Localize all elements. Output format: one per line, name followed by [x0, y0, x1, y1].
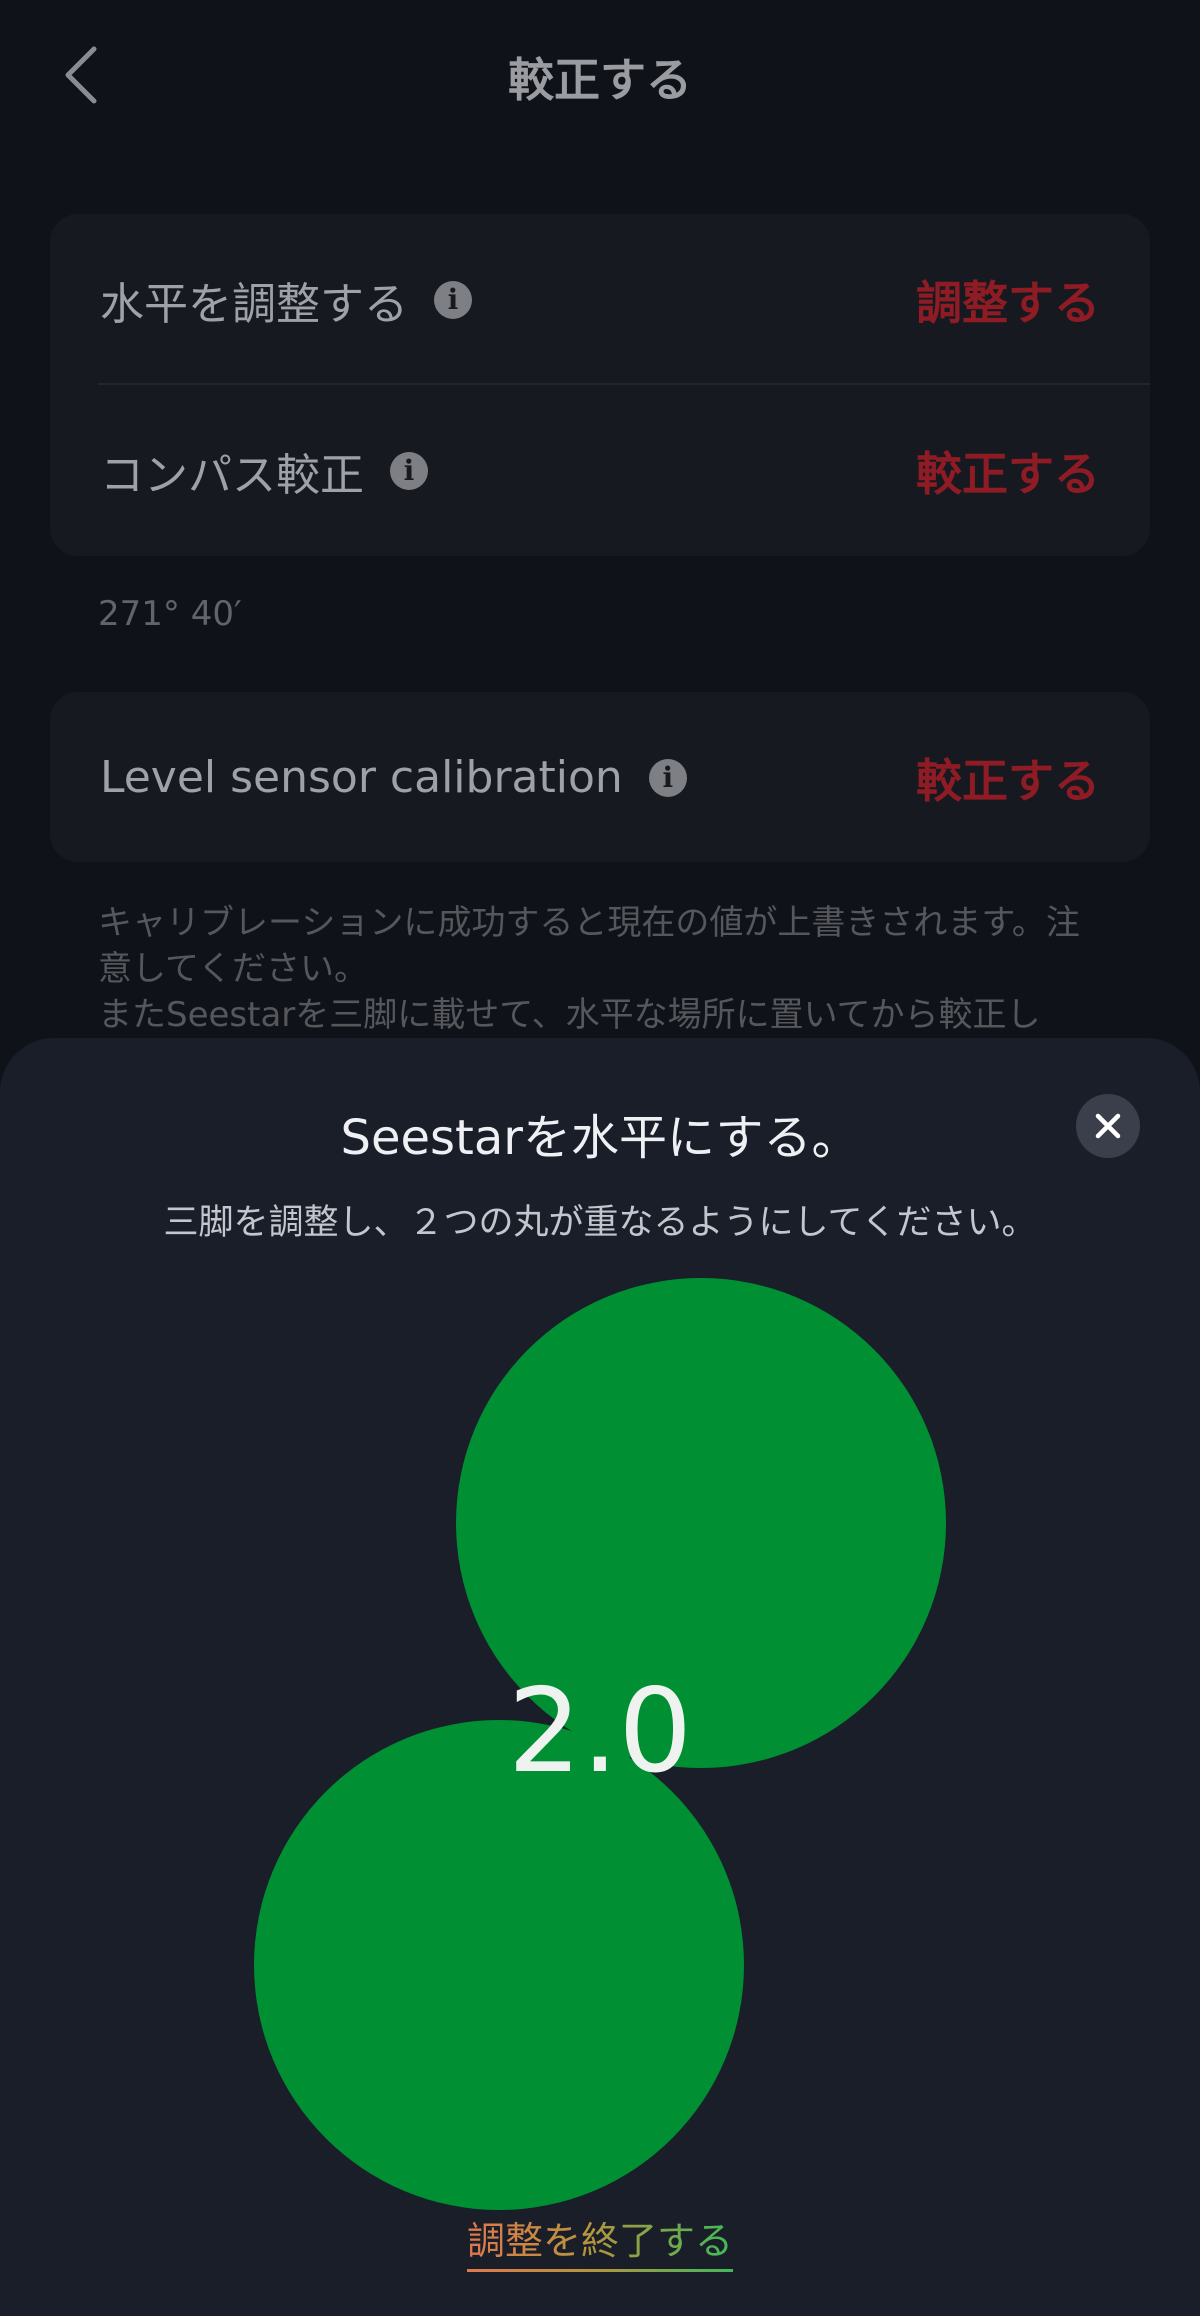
level-value: 2.0 [507, 1664, 693, 1799]
calibration-screen: 較正する 水平を調整する i 調整する コンパス較正 i 較正する 271° 4… [0, 0, 1200, 2316]
level-sensor-label: Level sensor calibration [100, 752, 623, 803]
level-sensor-row: Level sensor calibration i 較正する [50, 692, 1150, 863]
level-adjust-row: 水平を調整する i 調整する [50, 214, 1150, 385]
compass-calibration-row: コンパス較正 i 較正する [50, 385, 1150, 556]
close-icon [1095, 1113, 1121, 1139]
finish-adjustment-button[interactable]: 調整を終了する [466, 2219, 733, 2272]
info-icon[interactable]: i [434, 280, 472, 319]
info-icon[interactable]: i [390, 451, 428, 490]
level-adjust-label: 水平を調整する [100, 278, 408, 330]
sheet-instructions: 三脚を調整し、２つの丸が重なるようにしてください。 [163, 1203, 1037, 1243]
sheet-title: Seestarを水平にする。 [340, 1110, 860, 1166]
page-title: 較正する [508, 53, 692, 107]
finish-adjustment-link: 調整を終了する [0, 2210, 1200, 2272]
compass-reading: 271° 40′ [98, 594, 242, 634]
calibration-notice: キャリブレーションに成功すると現在の値が上書きされます。注意してください。 また… [98, 903, 1080, 1035]
sensor-card: Level sensor calibration i 較正する [50, 692, 1150, 862]
calibration-settings-view: 較正する 水平を調整する i 調整する コンパス較正 i 較正する 271° 4… [0, 0, 1200, 1100]
info-icon[interactable]: i [648, 758, 687, 797]
compass-calibration-label: コンパス較正 [100, 449, 364, 501]
close-button[interactable] [1076, 1094, 1140, 1158]
level-adjust-button[interactable]: 調整する [916, 267, 1100, 333]
settings-card: 水平を調整する i 調整する コンパス較正 i 較正する [50, 214, 1150, 556]
nav-bar: 較正する [0, 0, 1200, 150]
level-sensor-calibrate-button[interactable]: 較正する [916, 745, 1100, 811]
compass-calibrate-button[interactable]: 較正する [916, 438, 1100, 504]
leveling-sheet: 2.0 Seestarを水平にする。 三脚を調整し、２つの丸が重なるようにしてく… [0, 1038, 1200, 2316]
